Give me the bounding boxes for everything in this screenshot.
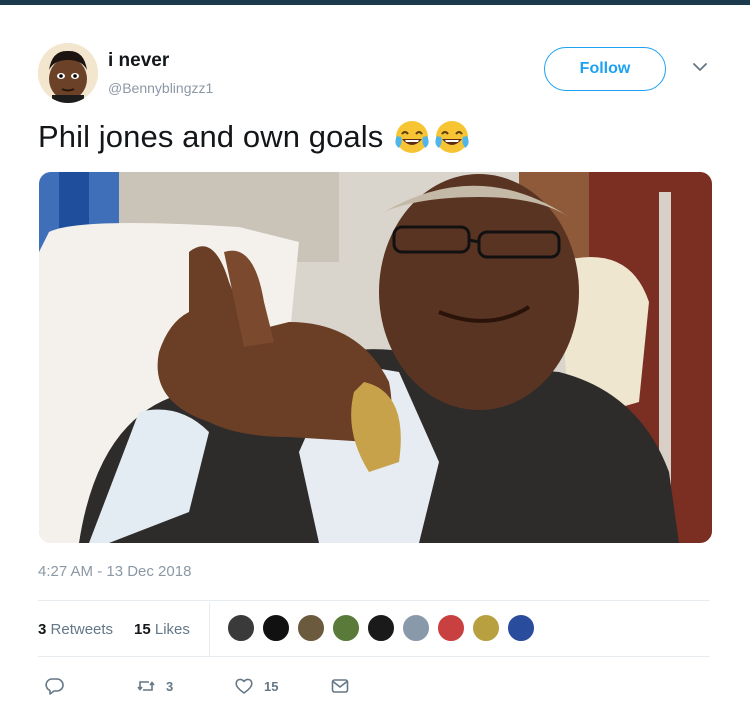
author-avatar[interactable] xyxy=(38,43,98,103)
divider xyxy=(209,602,210,656)
likes-stat[interactable]: 15 Likes xyxy=(134,621,190,638)
retweets-stat[interactable]: 3 Retweets xyxy=(38,621,113,638)
likes-count: 15 xyxy=(134,621,151,638)
tweet-header: i never @Bennyblingzz1 Follow xyxy=(38,43,718,105)
likes-label: Likes xyxy=(154,621,190,638)
follow-button[interactable]: Follow xyxy=(544,47,666,91)
tears-of-joy-emoji-icon xyxy=(395,121,429,153)
tweet-body: Phil jones and own goals xyxy=(38,118,471,156)
retweet-count: 3 xyxy=(166,678,174,694)
divider xyxy=(38,600,710,601)
top-nav-bar xyxy=(0,0,750,5)
liker-avatar[interactable] xyxy=(471,613,501,643)
tweet-photo[interactable] xyxy=(39,172,712,543)
liker-avatar[interactable] xyxy=(366,613,396,643)
liker-avatar[interactable] xyxy=(296,613,326,643)
liker-avatar[interactable] xyxy=(226,613,256,643)
tweet-actions: 3 15 xyxy=(38,672,718,702)
liker-avatar[interactable] xyxy=(401,613,431,643)
direct-message-button[interactable] xyxy=(330,676,350,696)
reply-icon xyxy=(45,678,64,695)
retweets-count: 3 xyxy=(38,621,47,638)
tweet-text: Phil jones and own goals xyxy=(38,119,384,154)
tears-of-joy-emoji-icon xyxy=(435,121,469,153)
like-count: 15 xyxy=(264,678,279,694)
retweet-button[interactable]: 3 xyxy=(136,676,173,696)
retweet-icon xyxy=(137,681,155,691)
liker-avatar[interactable] xyxy=(506,613,536,643)
engagement-stats: 3 Retweets 15 Likes xyxy=(38,602,710,656)
chevron-down-icon[interactable] xyxy=(690,57,710,77)
author-handle[interactable]: @Bennyblingzz1 xyxy=(108,80,213,96)
liker-avatar[interactable] xyxy=(436,613,466,643)
envelope-icon xyxy=(331,679,349,693)
liker-avatar[interactable] xyxy=(331,613,361,643)
retweets-label: Retweets xyxy=(50,621,114,638)
reply-button[interactable] xyxy=(44,676,64,696)
heart-icon xyxy=(235,678,253,694)
liker-avatar[interactable] xyxy=(261,613,291,643)
author-name[interactable]: i never xyxy=(108,50,169,72)
divider xyxy=(38,656,710,657)
tweet-timestamp[interactable]: 4:27 AM - 13 Dec 2018 xyxy=(38,563,191,580)
like-button[interactable]: 15 xyxy=(234,676,278,696)
